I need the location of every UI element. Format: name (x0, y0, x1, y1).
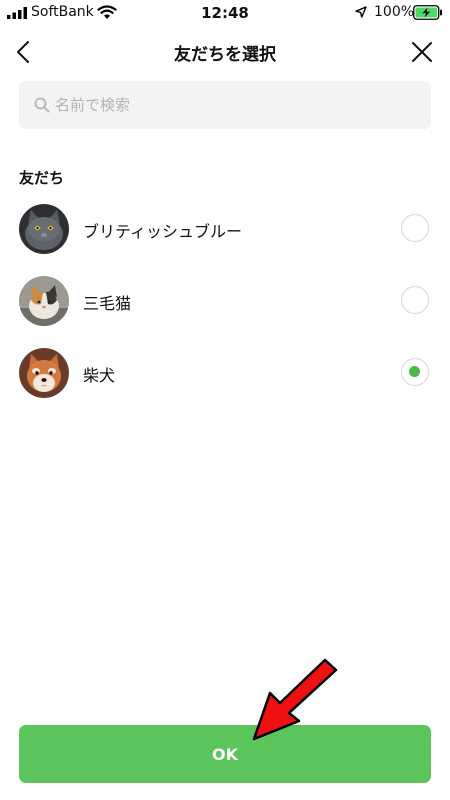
screen: SoftBank 12:48 100% 友だちを選択 名前で検索 友だち ブリテ… (0, 0, 450, 800)
radio-button[interactable] (401, 214, 429, 242)
header: 友だちを選択 (0, 30, 450, 74)
page-title: 友だちを選択 (174, 45, 276, 65)
friend-row[interactable]: ブリティッシュブルー (0, 193, 450, 265)
avatar (19, 204, 69, 254)
friend-row[interactable]: 三毛猫 (0, 265, 450, 337)
search-input[interactable] (55, 81, 415, 129)
radio-button[interactable] (401, 286, 429, 314)
search-box[interactable] (19, 81, 431, 129)
friend-name: 三毛猫 (83, 294, 132, 313)
radio-button-selected[interactable] (401, 358, 429, 386)
battery-charging-icon (413, 5, 442, 20)
section-title: 友だち (19, 169, 65, 187)
status-bar: SoftBank 12:48 100% (0, 0, 450, 26)
close-button[interactable] (408, 38, 436, 66)
avatar (19, 348, 69, 398)
bottom-cutoff (40, 790, 420, 800)
friend-row[interactable]: 柴犬 (0, 337, 450, 409)
ok-button[interactable]: OK (19, 725, 431, 783)
search-icon (34, 97, 50, 113)
location-icon (355, 6, 367, 18)
battery-percent: 100% (374, 4, 415, 20)
radio-selected-dot (409, 366, 420, 377)
avatar (19, 276, 69, 326)
friend-name: ブリティッシュブルー (83, 222, 243, 241)
friend-name: 柴犬 (83, 366, 116, 385)
